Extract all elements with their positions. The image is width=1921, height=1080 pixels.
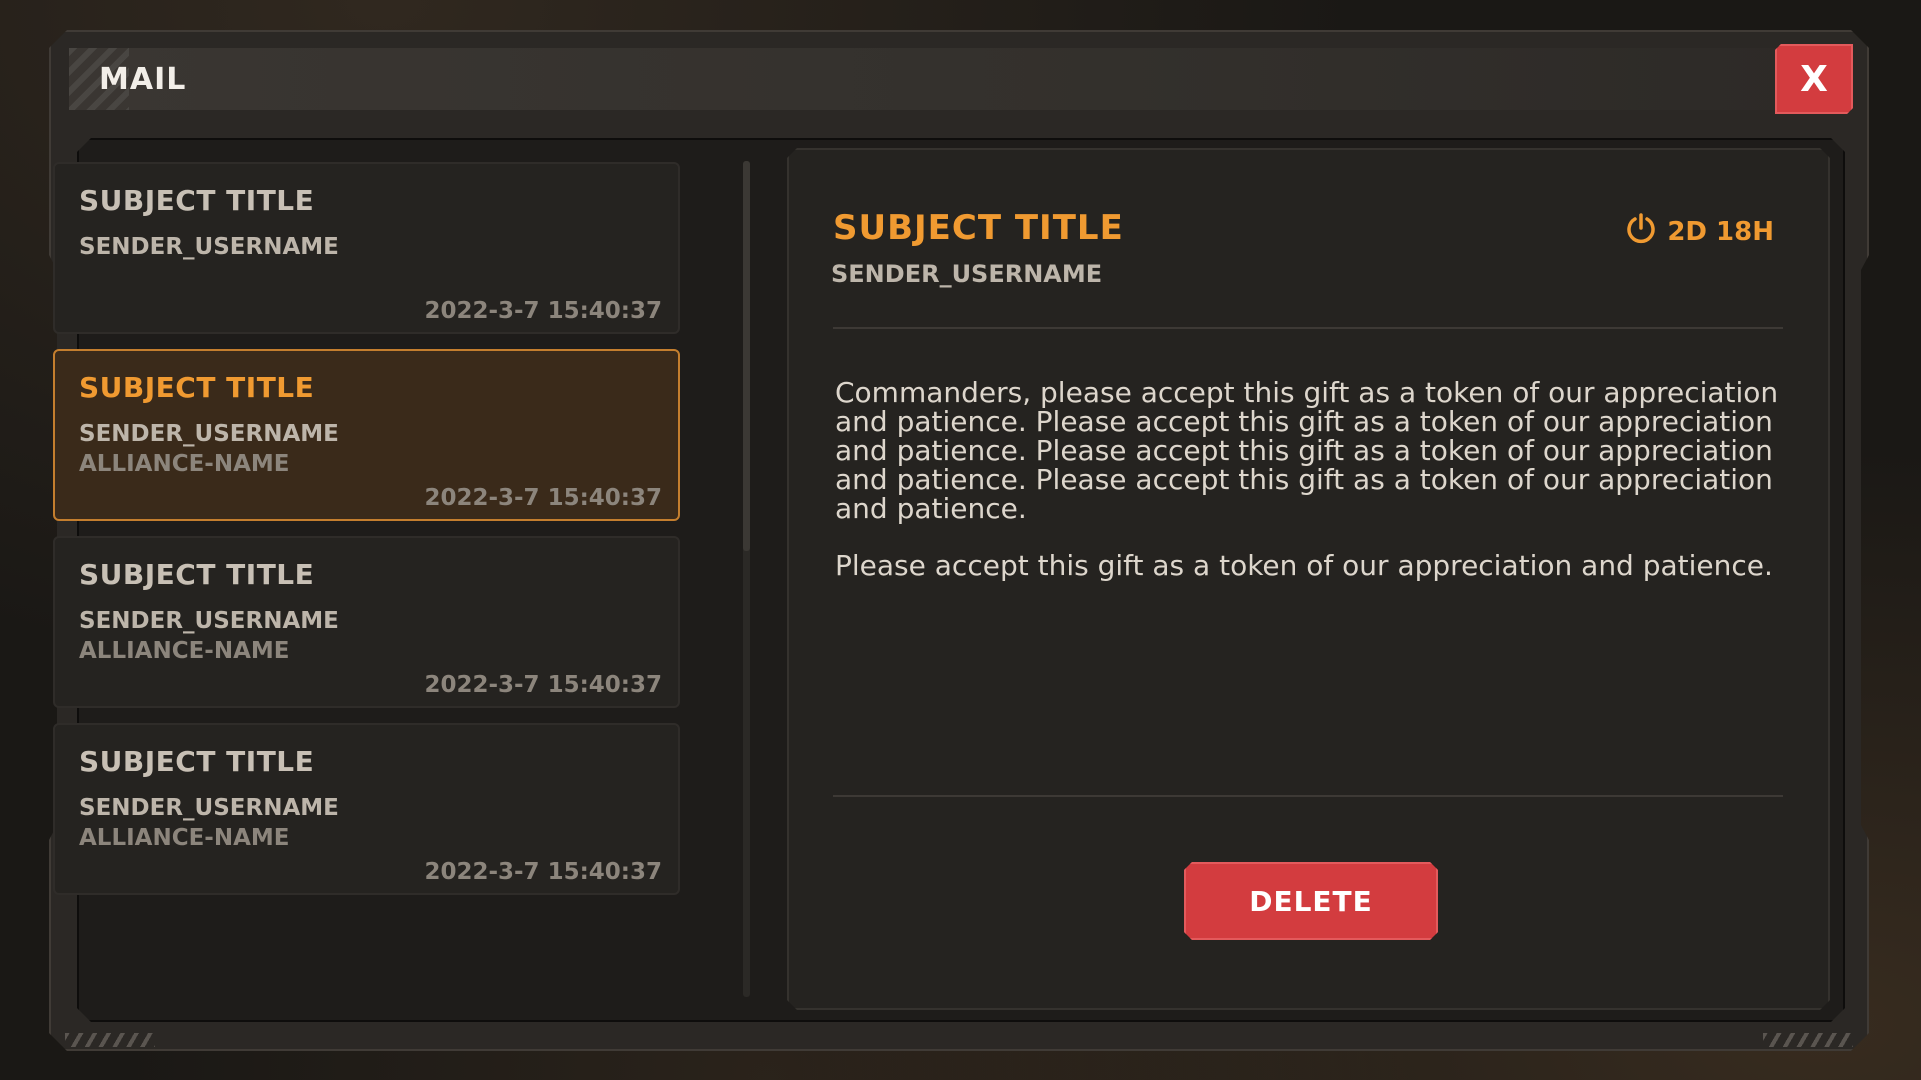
mail-sender: SENDER_USERNAME [79,421,339,447]
mail-detail-panel: SUBJECT TITLE SENDER_USERNAME 2D 18H Com… [787,148,1830,1010]
window-title: MAIL [99,62,187,97]
mail-body-paragraph: Please accept this gift as a token of ou… [835,549,1773,582]
mail-sender: SENDER_USERNAME [79,608,339,634]
mail-subject: SUBJECT TITLE [79,184,315,217]
corner-stripes-decoration [65,1033,155,1047]
mail-alliance: ALLIANCE-NAME [79,638,290,664]
divider [833,795,1783,797]
mail-list-item[interactable]: SUBJECT TITLE SENDER_USERNAME 2022-3-7 1… [53,162,680,334]
mail-date: 2022-3-7 15:40:37 [424,672,662,698]
expiry-timer: 2D 18H [1625,212,1774,251]
scrollbar-thumb[interactable] [743,161,750,551]
mail-subject: SUBJECT TITLE [79,558,315,591]
mail-body: Commanders, please accept this gift as a… [835,378,1785,608]
mail-alliance: ALLIANCE-NAME [79,451,290,477]
detail-subject: SUBJECT TITLE [833,208,1124,248]
mail-date: 2022-3-7 15:40:37 [424,485,662,511]
power-clock-icon [1625,212,1657,251]
corner-stripes-decoration [1763,1033,1853,1047]
delete-button[interactable]: DELETE [1184,862,1438,940]
close-button[interactable]: X [1775,44,1853,114]
mail-list-scrollbar[interactable] [743,161,750,997]
mail-sender: SENDER_USERNAME [79,234,339,260]
timer-text: 2D 18H [1667,216,1774,247]
mail-list-item[interactable]: SUBJECT TITLE SENDER_USERNAME ALLIANCE-N… [53,536,680,708]
mail-subject: SUBJECT TITLE [79,745,315,778]
detail-sender: SENDER_USERNAME [831,260,1103,288]
mail-date: 2022-3-7 15:40:37 [424,298,662,324]
mail-list-item-selected[interactable]: SUBJECT TITLE SENDER_USERNAME ALLIANCE-N… [53,349,680,521]
title-bar: MAIL [69,48,1809,110]
mail-subject: SUBJECT TITLE [79,371,315,404]
mail-body-paragraph: Commanders, please accept this gift as a… [835,376,1779,525]
mail-list-item[interactable]: SUBJECT TITLE SENDER_USERNAME ALLIANCE-N… [53,723,680,895]
mail-sender: SENDER_USERNAME [79,795,339,821]
mail-alliance: ALLIANCE-NAME [79,825,290,851]
divider [833,327,1783,329]
mail-date: 2022-3-7 15:40:37 [424,859,662,885]
